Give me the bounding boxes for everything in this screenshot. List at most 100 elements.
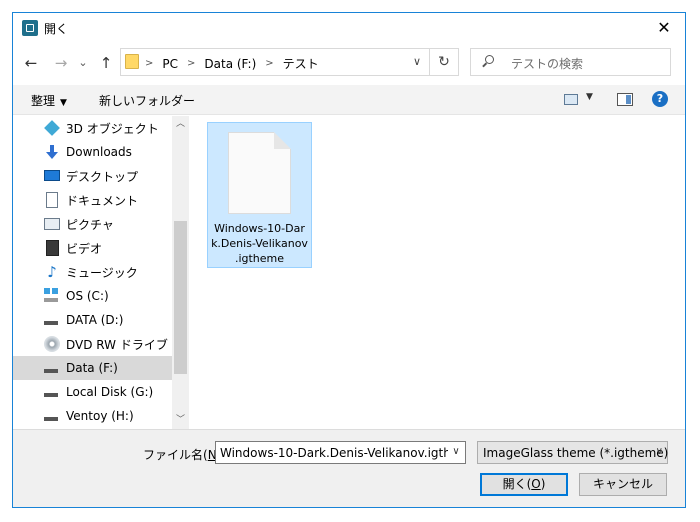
navigation-pane: 3D オブジェクト Downloads デスクトップ ドキュメント ピクチャ ビ… — [13, 116, 172, 429]
search-input[interactable]: テストの検索 — [470, 48, 671, 76]
caret-down-icon[interactable]: ▼ — [586, 92, 593, 102]
3d-objects-icon — [44, 120, 60, 136]
nav-item-label: Data (F:) — [66, 361, 118, 375]
desktop-icon — [44, 170, 60, 181]
blank-file-icon — [228, 132, 291, 214]
chevron-down-icon: ∨ — [655, 446, 663, 457]
search-placeholder: テストの検索 — [511, 57, 584, 71]
close-button[interactable]: ✕ — [643, 13, 685, 43]
nav-item-data-f[interactable]: Data (F:) — [13, 356, 172, 380]
chevron-right-icon: > — [265, 58, 274, 69]
file-list: Windows-10-Dar k.Denis-Velikanov .igthem… — [190, 116, 685, 429]
refresh-button[interactable]: ↻ — [429, 49, 458, 75]
nav-item-label: OS (C:) — [66, 289, 109, 303]
drive-icon — [44, 360, 60, 376]
video-icon — [46, 240, 59, 256]
nav-item-videos[interactable]: ビデオ — [13, 236, 172, 260]
drive-icon — [44, 384, 60, 400]
filename-label: ファイル名(N): — [143, 448, 225, 462]
nav-item-label: Local Disk (G:) — [66, 385, 154, 399]
open-button[interactable]: 開く(O) — [480, 473, 568, 496]
dialog-footer: ファイル名(N): Windows-10-Dark.Denis-Velikano… — [13, 429, 685, 507]
refresh-icon: ↻ — [438, 54, 450, 70]
change-view-icon[interactable] — [564, 94, 578, 105]
recent-locations-button[interactable]: ⌄ — [76, 52, 90, 74]
music-note-icon: ♪ — [47, 263, 57, 281]
navigation-row: ← → ⌄ ↑ > PC > Data (F:) > テスト ∨ ↻ テストの検… — [13, 43, 685, 83]
nav-item-downloads[interactable]: Downloads — [13, 140, 172, 164]
breadcrumb-data-drive[interactable]: Data (F:) — [204, 57, 256, 71]
drive-icon — [44, 312, 60, 328]
up-button[interactable]: ↑ — [95, 52, 117, 74]
nav-item-desktop[interactable]: デスクトップ — [13, 164, 172, 188]
arrow-right-icon: → — [54, 54, 68, 72]
nav-item-label: DVD RW ドライブ (E:) . — [66, 337, 172, 352]
document-icon — [46, 192, 58, 208]
nav-item-3d-objects[interactable]: 3D オブジェクト — [13, 116, 172, 140]
scrollbar-thumb[interactable] — [174, 221, 187, 374]
scroll-up-button[interactable]: ︿ — [172, 116, 189, 133]
file-name: Windows-10-Dar k.Denis-Velikanov .igthem… — [211, 222, 308, 265]
nav-item-music[interactable]: ♪ ミュージック — [13, 260, 172, 284]
nav-item-os-c[interactable]: OS (C:) — [13, 284, 172, 308]
nav-item-label: デスクトップ — [66, 169, 139, 184]
nav-item-label: ドキュメント — [66, 193, 139, 208]
nav-item-label: ミュージック — [66, 265, 138, 280]
nav-item-pictures[interactable]: ピクチャ — [13, 212, 172, 236]
address-bar[interactable]: > PC > Data (F:) > テスト ∨ ↻ — [120, 48, 459, 76]
dvd-icon — [44, 336, 60, 352]
new-folder-button[interactable]: 新しいフォルダー — [99, 92, 195, 109]
command-toolbar: 整理 ▼ 新しいフォルダー ▼ ? — [13, 85, 685, 115]
organize-menu-button[interactable]: 整理 ▼ — [31, 92, 67, 109]
scroll-down-button[interactable]: ﹀ — [172, 412, 189, 429]
navigation-scrollbar[interactable]: ︿ ﹀ — [172, 116, 189, 429]
chevron-right-icon: > — [187, 58, 196, 69]
nav-item-ventoy-h[interactable]: Ventoy (H:) — [13, 404, 172, 428]
chevron-down-icon: ﹀ — [175, 415, 185, 425]
folder-icon — [125, 54, 139, 69]
nav-item-local-disk-g[interactable]: Local Disk (G:) — [13, 380, 172, 404]
chevron-right-icon: > — [145, 58, 154, 69]
nav-item-label: Ventoy (H:) — [66, 409, 134, 423]
nav-item-label: ピクチャ — [66, 217, 114, 232]
filename-value[interactable]: Windows-10-Dark.Denis-Velikanov.igtheme — [220, 446, 448, 460]
chevron-down-icon[interactable]: ∨ — [449, 446, 463, 457]
filename-combobox[interactable]: Windows-10-Dark.Denis-Velikanov.igtheme … — [215, 441, 466, 464]
address-history-dropdown[interactable]: ∨ — [408, 53, 426, 71]
nav-item-dvd-e[interactable]: DVD RW ドライブ (E:) . — [13, 332, 172, 356]
title-bar: 開く ✕ — [13, 13, 685, 43]
breadcrumb: > PC > Data (F:) > テスト — [145, 55, 319, 72]
nav-item-label: DATA (D:) — [66, 313, 124, 327]
preview-pane-icon[interactable] — [617, 93, 633, 106]
search-icon — [485, 55, 494, 64]
chevron-down-icon: ∨ — [412, 55, 422, 68]
breadcrumb-test-folder[interactable]: テスト — [283, 55, 319, 72]
nav-item-data-d[interactable]: DATA (D:) — [13, 308, 172, 332]
window-title: 開く — [44, 22, 69, 36]
open-file-dialog: 開く ✕ ← → ⌄ ↑ > PC > Data (F:) > テスト ∨ ↻ … — [12, 12, 686, 508]
organize-label: 整理 — [31, 94, 56, 108]
windows-drive-icon — [44, 288, 60, 304]
forward-button[interactable]: → — [50, 52, 72, 74]
chevron-down-icon: ⌄ — [78, 56, 88, 69]
help-icon[interactable]: ? — [652, 91, 668, 107]
breadcrumb-pc[interactable]: PC — [162, 57, 178, 71]
back-button[interactable]: ← — [20, 52, 42, 74]
file-type-value: ImageGlass theme (*.igtheme) — [483, 446, 669, 460]
chevron-up-icon: ︿ — [175, 119, 185, 129]
nav-item-label: Downloads — [66, 145, 132, 159]
file-item[interactable]: Windows-10-Dar k.Denis-Velikanov .igthem… — [207, 122, 312, 268]
nav-item-label: ビデオ — [66, 241, 103, 256]
arrow-up-icon: ↑ — [99, 54, 113, 72]
pictures-icon — [44, 218, 60, 230]
nav-item-documents[interactable]: ドキュメント — [13, 188, 172, 212]
nav-item-label: 3D オブジェクト — [66, 121, 159, 136]
caret-down-icon: ▼ — [60, 98, 67, 108]
file-type-select[interactable]: ImageGlass theme (*.igtheme) ∨ — [477, 441, 668, 464]
cancel-button[interactable]: キャンセル — [579, 473, 667, 496]
download-arrow-icon — [44, 144, 60, 160]
arrow-left-icon: ← — [24, 54, 38, 72]
close-icon: ✕ — [657, 18, 671, 37]
imageglass-app-icon — [22, 20, 38, 36]
drive-icon — [44, 408, 60, 424]
